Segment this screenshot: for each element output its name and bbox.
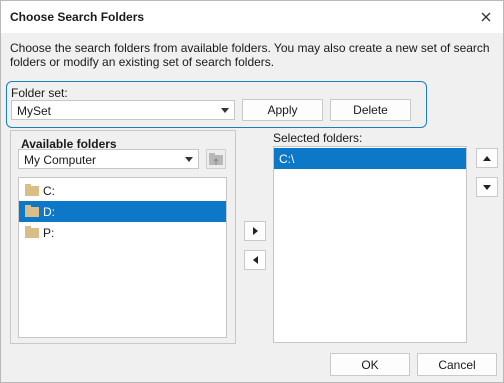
- folder-set-group: Folder set: MySet Apply Delete: [6, 81, 427, 128]
- arrow-up-icon: [483, 155, 491, 161]
- title-bar: Choose Search Folders: [1, 1, 503, 33]
- folder-up-icon: [209, 153, 223, 165]
- tree-item-c[interactable]: C:: [19, 180, 226, 201]
- chevron-down-icon: [185, 157, 193, 162]
- arrow-down-icon: [483, 184, 491, 190]
- ok-button[interactable]: OK: [330, 353, 410, 376]
- tree-item-d[interactable]: D:: [19, 201, 226, 222]
- arrow-left-icon: [252, 256, 258, 264]
- selected-folders-list[interactable]: C:\: [273, 146, 467, 343]
- tree-item-label: D:: [43, 205, 55, 219]
- selected-folders-label: Selected folders:: [273, 131, 363, 145]
- list-item[interactable]: C:\: [274, 148, 466, 169]
- list-item-label: C:\: [279, 152, 295, 166]
- cancel-button[interactable]: Cancel: [417, 353, 497, 376]
- folder-icon: [25, 184, 39, 196]
- available-folders-tree[interactable]: C: D: P:: [18, 177, 227, 338]
- delete-button[interactable]: Delete: [330, 99, 411, 121]
- close-icon: [481, 12, 491, 22]
- folder-set-label: Folder set:: [11, 86, 68, 100]
- description-text: Choose the search folders from available…: [10, 41, 490, 69]
- browse-folder-button[interactable]: [206, 149, 226, 169]
- tree-item-label: C:: [43, 184, 55, 198]
- apply-button[interactable]: Apply: [242, 99, 323, 121]
- move-up-button[interactable]: [476, 148, 498, 168]
- close-button[interactable]: [475, 6, 497, 28]
- tree-item-p[interactable]: P:: [19, 222, 226, 243]
- chevron-down-icon: [221, 108, 229, 113]
- available-folders-panel: Available folders My Computer C: D: P:: [10, 130, 236, 344]
- folder-set-value: MySet: [17, 104, 52, 118]
- arrow-right-icon: [252, 227, 258, 235]
- folder-source-dropdown[interactable]: My Computer: [18, 149, 199, 169]
- folder-set-dropdown[interactable]: MySet: [11, 100, 235, 120]
- folder-icon: [25, 226, 39, 238]
- folder-source-value: My Computer: [24, 153, 97, 167]
- folder-icon: [25, 205, 39, 217]
- tree-item-label: P:: [43, 226, 55, 240]
- choose-search-folders-dialog: Choose Search Folders Choose the search …: [0, 0, 504, 383]
- add-folder-button[interactable]: [244, 221, 266, 241]
- move-down-button[interactable]: [476, 177, 498, 197]
- dialog-title: Choose Search Folders: [10, 10, 145, 24]
- remove-folder-button[interactable]: [244, 250, 266, 270]
